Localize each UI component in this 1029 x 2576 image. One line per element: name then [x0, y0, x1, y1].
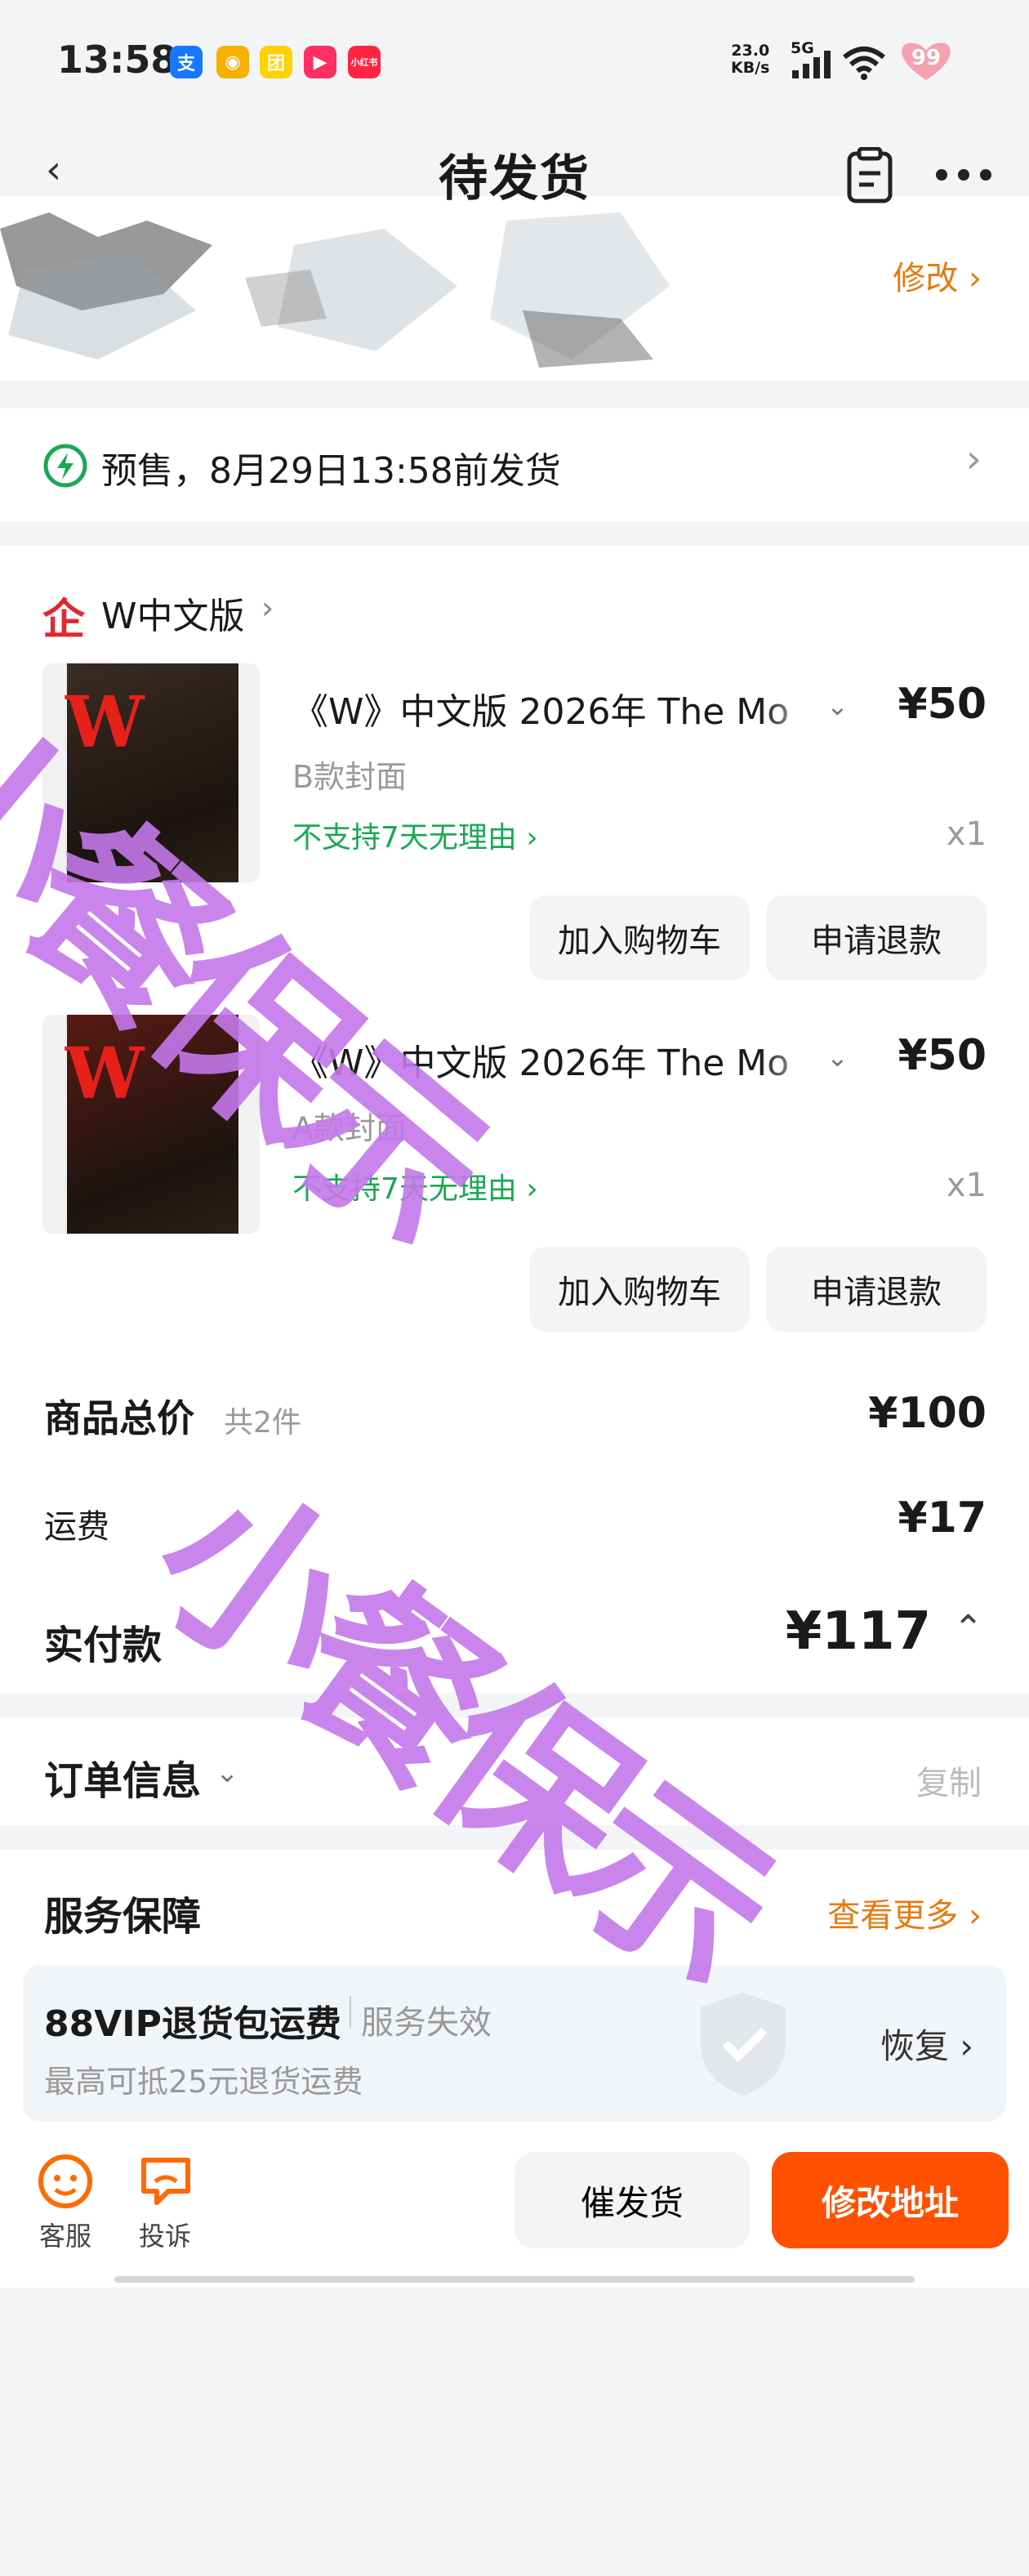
cover-logo: W	[65, 1033, 145, 1115]
battery-level: 99	[911, 46, 942, 70]
alipay-icon: 支	[170, 46, 203, 78]
modify-address-button[interactable]: 修改地址	[772, 2152, 1009, 2248]
network-speed-unit: KB/s	[731, 59, 770, 77]
refund-button[interactable]: 申请退款	[766, 1247, 987, 1332]
product-quantity: x1	[946, 1167, 987, 1204]
shop-logo-icon: 企	[42, 596, 86, 645]
chevron-down-icon[interactable]: ⌄	[826, 1042, 849, 1073]
video-icon: ▶	[304, 46, 336, 78]
shop-name[interactable]: W中文版	[101, 587, 245, 639]
return-policy[interactable]: 不支持7天无理由 ›	[292, 1165, 538, 1208]
vip-title: 88VIP退货包运费	[44, 2003, 341, 2045]
battery-heart-icon: 99	[897, 41, 956, 82]
customer-service-icon[interactable]	[38, 2154, 93, 2209]
goods-total-value: ¥100	[868, 1389, 987, 1438]
edit-address-link[interactable]: 修改 ›	[893, 252, 982, 299]
service-more-link[interactable]: 查看更多 ›	[827, 1889, 982, 1936]
goods-count: 共2件	[224, 1406, 301, 1440]
return-policy-label: 不支持7天无理由	[292, 821, 517, 855]
return-policy-label: 不支持7天无理由	[292, 1172, 517, 1206]
service-label: 服务保障	[44, 1894, 202, 1940]
product-title[interactable]: 《W》中文版 2026年 The Mo	[292, 1034, 789, 1086]
chevron-right-icon: ›	[261, 590, 274, 626]
product-cover-image[interactable]: W	[42, 1015, 260, 1234]
product-cover-image[interactable]: W	[42, 663, 260, 882]
add-to-cart-button[interactable]: 加入购物车	[529, 1247, 750, 1332]
vip-desc: 最高可抵25元退货运费	[44, 2064, 363, 2100]
network-speed: 23.0 KB/s	[731, 42, 769, 77]
chevron-down-icon[interactable]: ⌄	[216, 1757, 239, 1789]
weibo-icon: ◉	[216, 46, 249, 78]
vip-divider	[350, 1996, 351, 2029]
product-price: ¥50	[898, 1031, 987, 1080]
address-card	[0, 196, 1029, 381]
meituan-icon: 团	[260, 46, 292, 78]
service-more-label: 查看更多	[827, 1897, 959, 1935]
complaint-label[interactable]: 投诉	[139, 2216, 191, 2253]
presale-text: 预售，8月29日13:58前发货	[101, 450, 561, 492]
shipping-value: ¥17	[898, 1493, 987, 1542]
product-sku: A款封面	[292, 1110, 407, 1146]
return-policy[interactable]: 不支持7天无理由 ›	[292, 814, 538, 856]
address-blur-decoration	[0, 212, 670, 368]
gesture-bar[interactable]	[114, 2276, 915, 2283]
presale-row[interactable]: 预售，8月29日13:58前发货 ›	[0, 408, 1029, 521]
refund-button[interactable]: 申请退款	[766, 895, 987, 980]
chevron-right-icon: ›	[965, 436, 982, 482]
clipboard-icon[interactable]	[844, 147, 897, 204]
product-price: ¥50	[898, 680, 987, 729]
vip-status: 服务失效	[361, 2004, 492, 2042]
copy-button[interactable]: 复制	[916, 1757, 982, 1804]
goods-total-label: 商品总价	[44, 1396, 194, 1440]
chevron-up-icon[interactable]: ⌃	[953, 1608, 983, 1650]
add-to-cart-button[interactable]: 加入购物车	[529, 895, 750, 980]
complaint-icon[interactable]	[139, 2154, 193, 2208]
vip-return-box[interactable]: 88VIP退货包运费 服务失效 最高可抵25元退货运费 恢复 ›	[23, 1965, 1006, 2122]
more-options-icon[interactable]	[935, 163, 992, 188]
restore-label: 恢复	[880, 2026, 949, 2066]
title-fade	[760, 686, 825, 735]
product-sku: B款封面	[292, 759, 408, 795]
network-speed-value: 23.0	[731, 42, 770, 60]
order-info-label: 订单信息	[44, 1758, 202, 1804]
wifi-icon	[843, 47, 885, 80]
xiaohongshu-icon: 小红书	[348, 46, 381, 78]
product-title[interactable]: 《W》中文版 2026年 The Mo	[292, 682, 789, 734]
lightning-icon	[43, 444, 87, 488]
edit-address-label: 修改	[893, 260, 959, 297]
urge-shipping-button[interactable]: 催发货	[514, 2152, 750, 2248]
customer-service-label[interactable]: 客服	[39, 2216, 91, 2253]
cover-logo: W	[65, 681, 145, 764]
paid-label: 实付款	[44, 1623, 163, 1668]
shipping-label: 运费	[44, 1508, 109, 1546]
title-fade	[760, 1038, 825, 1087]
product-quantity: x1	[946, 815, 987, 853]
paid-value: ¥117	[785, 1601, 931, 1662]
shield-icon	[701, 1993, 786, 2096]
restore-link[interactable]: 恢复 ›	[880, 2019, 973, 2069]
status-time: 13:58	[57, 38, 177, 82]
chevron-down-icon[interactable]: ⌄	[826, 690, 849, 721]
